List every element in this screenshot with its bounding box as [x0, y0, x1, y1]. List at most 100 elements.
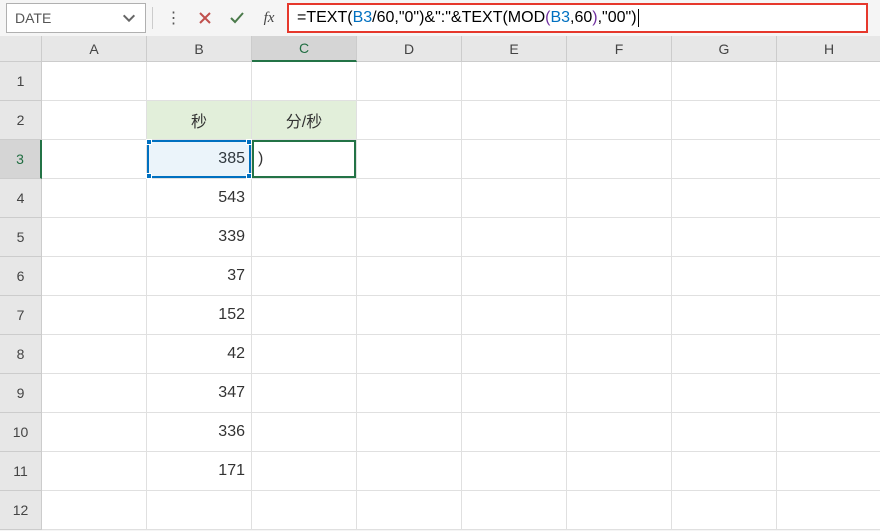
row-header-6[interactable]: 6 [0, 257, 42, 296]
cell-c12[interactable] [252, 491, 357, 530]
cell-h11[interactable] [777, 452, 880, 491]
column-header-d[interactable]: D [357, 36, 462, 62]
cell-h8[interactable] [777, 335, 880, 374]
cell-h7[interactable] [777, 296, 880, 335]
cell-h1[interactable] [777, 62, 880, 101]
cell-b8[interactable]: 42 [147, 335, 252, 374]
cell-d8[interactable] [357, 335, 462, 374]
cell-a5[interactable] [42, 218, 147, 257]
cell-g12[interactable] [672, 491, 777, 530]
cell-g7[interactable] [672, 296, 777, 335]
cell-f12[interactable] [567, 491, 672, 530]
insert-function-button[interactable]: fx [255, 4, 283, 32]
row-header-8[interactable]: 8 [0, 335, 42, 374]
cell-g4[interactable] [672, 179, 777, 218]
row-header-1[interactable]: 1 [0, 62, 42, 101]
cell-c11[interactable] [252, 452, 357, 491]
cell-e1[interactable] [462, 62, 567, 101]
column-header-c[interactable]: C [252, 36, 357, 62]
column-header-e[interactable]: E [462, 36, 567, 62]
row-header-2[interactable]: 2 [0, 101, 42, 140]
cell-d5[interactable] [357, 218, 462, 257]
chevron-down-icon[interactable] [121, 10, 137, 26]
cell-a10[interactable] [42, 413, 147, 452]
cell-e4[interactable] [462, 179, 567, 218]
cell-d9[interactable] [357, 374, 462, 413]
cell-e8[interactable] [462, 335, 567, 374]
cell-c6[interactable] [252, 257, 357, 296]
cell-a2[interactable] [42, 101, 147, 140]
cell-e3[interactable] [462, 140, 567, 179]
cell-f2[interactable] [567, 101, 672, 140]
select-all-corner[interactable] [0, 36, 42, 62]
cell-b12[interactable] [147, 491, 252, 530]
cell-h10[interactable] [777, 413, 880, 452]
cell-a8[interactable] [42, 335, 147, 374]
column-header-f[interactable]: F [567, 36, 672, 62]
cell-c7[interactable] [252, 296, 357, 335]
cell-b2[interactable]: 秒 [147, 101, 252, 140]
cell-e5[interactable] [462, 218, 567, 257]
row-header-5[interactable]: 5 [0, 218, 42, 257]
column-header-a[interactable]: A [42, 36, 147, 62]
cell-f1[interactable] [567, 62, 672, 101]
cell-g1[interactable] [672, 62, 777, 101]
cell-h4[interactable] [777, 179, 880, 218]
cell-e12[interactable] [462, 491, 567, 530]
cell-b4[interactable]: 543 [147, 179, 252, 218]
enter-button[interactable] [223, 4, 251, 32]
cell-a3[interactable] [42, 140, 147, 179]
cell-e10[interactable] [462, 413, 567, 452]
cell-g8[interactable] [672, 335, 777, 374]
row-header-3[interactable]: 3 [0, 140, 42, 179]
cell-e6[interactable] [462, 257, 567, 296]
cell-f5[interactable] [567, 218, 672, 257]
cell-d6[interactable] [357, 257, 462, 296]
column-header-h[interactable]: H [777, 36, 880, 62]
cell-g6[interactable] [672, 257, 777, 296]
cell-d10[interactable] [357, 413, 462, 452]
cell-b1[interactable] [147, 62, 252, 101]
cell-b7[interactable]: 152 [147, 296, 252, 335]
row-header-9[interactable]: 9 [0, 374, 42, 413]
cell-a9[interactable] [42, 374, 147, 413]
cell-d3[interactable] [357, 140, 462, 179]
cell-a12[interactable] [42, 491, 147, 530]
cell-h2[interactable] [777, 101, 880, 140]
row-header-11[interactable]: 11 [0, 452, 42, 491]
more-options-button[interactable]: ⋮ [159, 4, 187, 32]
cell-c4[interactable] [252, 179, 357, 218]
cell-h5[interactable] [777, 218, 880, 257]
cell-h6[interactable] [777, 257, 880, 296]
cancel-button[interactable] [191, 4, 219, 32]
cell-g10[interactable] [672, 413, 777, 452]
cell-a1[interactable] [42, 62, 147, 101]
cell-e7[interactable] [462, 296, 567, 335]
cell-b5[interactable]: 339 [147, 218, 252, 257]
cell-f6[interactable] [567, 257, 672, 296]
column-header-g[interactable]: G [672, 36, 777, 62]
cell-g3[interactable] [672, 140, 777, 179]
cell-f9[interactable] [567, 374, 672, 413]
cell-c9[interactable] [252, 374, 357, 413]
cell-b11[interactable]: 171 [147, 452, 252, 491]
cell-b10[interactable]: 336 [147, 413, 252, 452]
cell-f11[interactable] [567, 452, 672, 491]
cell-g5[interactable] [672, 218, 777, 257]
cell-d11[interactable] [357, 452, 462, 491]
column-header-b[interactable]: B [147, 36, 252, 62]
row-header-12[interactable]: 12 [0, 491, 42, 530]
row-header-4[interactable]: 4 [0, 179, 42, 218]
cell-f3[interactable] [567, 140, 672, 179]
cell-d7[interactable] [357, 296, 462, 335]
cell-f4[interactable] [567, 179, 672, 218]
cell-f8[interactable] [567, 335, 672, 374]
formula-bar[interactable]: =TEXT(B3/60,"0")&":"&TEXT(MOD(B3,60),"00… [287, 3, 868, 33]
cell-d2[interactable] [357, 101, 462, 140]
cell-a6[interactable] [42, 257, 147, 296]
cell-d1[interactable] [357, 62, 462, 101]
cell-g11[interactable] [672, 452, 777, 491]
cell-c10[interactable] [252, 413, 357, 452]
cell-c3[interactable]: ) [252, 140, 357, 179]
cell-g2[interactable] [672, 101, 777, 140]
